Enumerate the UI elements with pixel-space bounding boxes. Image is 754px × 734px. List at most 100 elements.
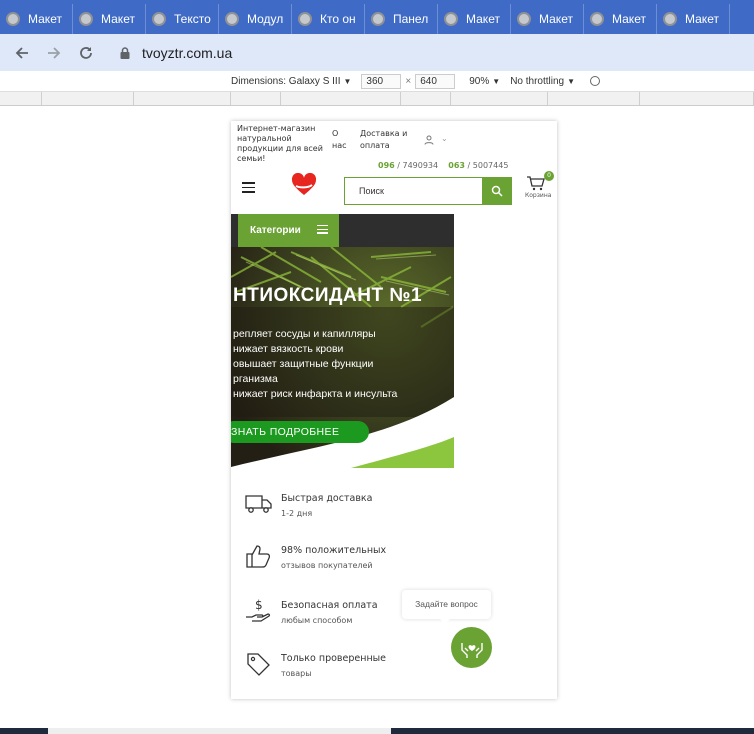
phone-numbers: 096 / 7490934 063 / 5007445 (378, 161, 508, 170)
search-input[interactable] (345, 178, 482, 204)
forward-button[interactable] (38, 37, 70, 69)
tab-title: Панел (393, 12, 429, 26)
zoom-label: 90% (469, 75, 490, 87)
banner-line: нижает риск инфаркта и инсульта (233, 388, 398, 400)
banner-line: овышает защитные функции (233, 358, 374, 370)
browser-tab[interactable]: Макет (0, 4, 73, 34)
user-icon[interactable] (424, 135, 434, 145)
hands-heart-icon (460, 642, 483, 658)
media-query-ruler (0, 92, 754, 106)
phone2-number[interactable]: / 5007445 (465, 161, 509, 170)
tag-icon (247, 653, 270, 676)
rotate-icon[interactable] (590, 76, 601, 86)
back-button[interactable] (6, 37, 38, 69)
browser-tab[interactable]: Макет (657, 4, 730, 34)
dropdown-icon: ▼ (343, 76, 352, 86)
browser-tab[interactable]: Макет (511, 4, 584, 34)
category-bar: Категории (231, 214, 454, 247)
list-icon (316, 224, 328, 236)
search-box (344, 177, 512, 205)
chat-button[interactable] (451, 627, 492, 668)
categories-button[interactable]: Категории (238, 214, 339, 247)
promo-banner[interactable]: НТИОКСИДАНТ №1 репляет сосуды и капилляр… (231, 247, 454, 468)
device-select[interactable]: Dimensions: Galaxy S III ▼ (231, 76, 351, 87)
globe-icon (225, 12, 239, 26)
search-button[interactable] (482, 178, 511, 204)
payment-hand-icon: $ (246, 598, 271, 622)
phone1-number[interactable]: / 7490934 (395, 161, 438, 170)
tab-title: Модул (247, 12, 284, 26)
browser-tab[interactable]: Модул (219, 4, 292, 34)
search-icon (491, 185, 503, 197)
svg-text:$: $ (255, 598, 263, 612)
url-text: tvoyztr.com.ua (142, 44, 233, 61)
feature-title: 98% положительных (281, 545, 387, 556)
feature-subtitle: любым способом (281, 616, 353, 625)
learn-more-button[interactable]: ЗНАТЬ ПОДРОБНЕЕ (231, 421, 369, 443)
device-toolbar: Dimensions: Galaxy S III ▼ 360 × 640 90% ▼… (0, 71, 754, 92)
throttle-label: No throttling (510, 75, 565, 87)
feature-item: 98% положительных отзывов покупателей (245, 543, 445, 583)
tab-title: Кто он (320, 12, 356, 26)
zoom-select[interactable]: 90% ▼ (469, 76, 500, 87)
tab-title: Макет (612, 12, 646, 26)
feature-title: Быстрая доставка (281, 493, 373, 504)
dropdown-icon: ▼ (567, 76, 576, 86)
times-sign: × (405, 75, 412, 87)
globe-icon (298, 12, 312, 26)
banner-line: нижает вязкость крови (233, 343, 344, 355)
feature-subtitle: отзывов покупателей (281, 561, 373, 570)
browser-tab[interactable]: Панел (365, 4, 438, 34)
reload-icon (80, 46, 92, 59)
browser-tab[interactable]: Кто он (292, 4, 365, 34)
browser-tab[interactable]: Тексто (146, 4, 219, 34)
banner-line: рганизма (233, 373, 278, 385)
tab-strip: Макет Макет Тексто Модул Кто он Панел Ма… (0, 0, 754, 34)
browser-tab[interactable]: Макет (584, 4, 657, 34)
mobile-viewport: Интернет-магазин натуральной продукции д… (231, 121, 557, 699)
globe-icon (6, 12, 20, 26)
ask-question-tooltip[interactable]: Задайте вопрос (402, 590, 491, 624)
address-bar[interactable]: tvoyztr.com.ua (112, 38, 752, 67)
height-input[interactable]: 640 (415, 73, 456, 89)
phone1-code[interactable]: 096 (378, 161, 395, 170)
feature-title: Безопасная оплата (281, 600, 378, 611)
feature-title: Только проверенные (281, 653, 386, 664)
tab-title: Макет (685, 12, 719, 26)
cart-icon[interactable] (526, 175, 546, 191)
thumbs-up-icon (246, 545, 271, 568)
banner-text: репляет сосуды и капилляры нижает вязкос… (233, 327, 397, 402)
logo-heart-icon[interactable] (291, 173, 317, 197)
reload-button[interactable] (70, 37, 102, 69)
menu-icon[interactable] (242, 182, 255, 193)
lock-icon (120, 46, 130, 59)
device-label: Dimensions: Galaxy S III (231, 75, 341, 87)
tab-title: Макет (466, 12, 500, 26)
delivery-link[interactable]: Доставка и оплата (360, 128, 410, 152)
globe-icon (663, 12, 677, 26)
cart-count-badge: 0 (544, 171, 554, 181)
feature-subtitle: товары (281, 669, 312, 678)
phone2-code[interactable]: 063 (448, 161, 465, 170)
width-input[interactable]: 360 (361, 73, 402, 89)
tab-title: Макет (101, 12, 135, 26)
cart-label[interactable]: Корзина (525, 192, 551, 199)
browser-tab[interactable]: Макет (438, 4, 511, 34)
about-link[interactable]: О нас (332, 128, 352, 152)
tab-title: Тексто (174, 12, 211, 26)
site-tagline: Интернет-магазин натуральной продукции д… (237, 124, 323, 163)
tab-title: Макет (28, 12, 62, 26)
banner-line: репляет сосуды и капилляры (233, 328, 376, 340)
throttle-select[interactable]: No throttling ▼ (510, 76, 575, 87)
globe-icon (371, 12, 385, 26)
forward-arrow-icon (48, 46, 61, 59)
feature-subtitle: 1-2 дня (281, 509, 313, 518)
tab-title: Макет (539, 12, 573, 26)
categories-label: Категории (250, 225, 301, 236)
browser-tab[interactable]: Макет (73, 4, 146, 34)
truck-icon (245, 495, 272, 513)
chevron-down-icon: ⌄ (441, 134, 448, 143)
globe-icon (79, 12, 93, 26)
globe-icon (517, 12, 531, 26)
globe-icon (444, 12, 458, 26)
